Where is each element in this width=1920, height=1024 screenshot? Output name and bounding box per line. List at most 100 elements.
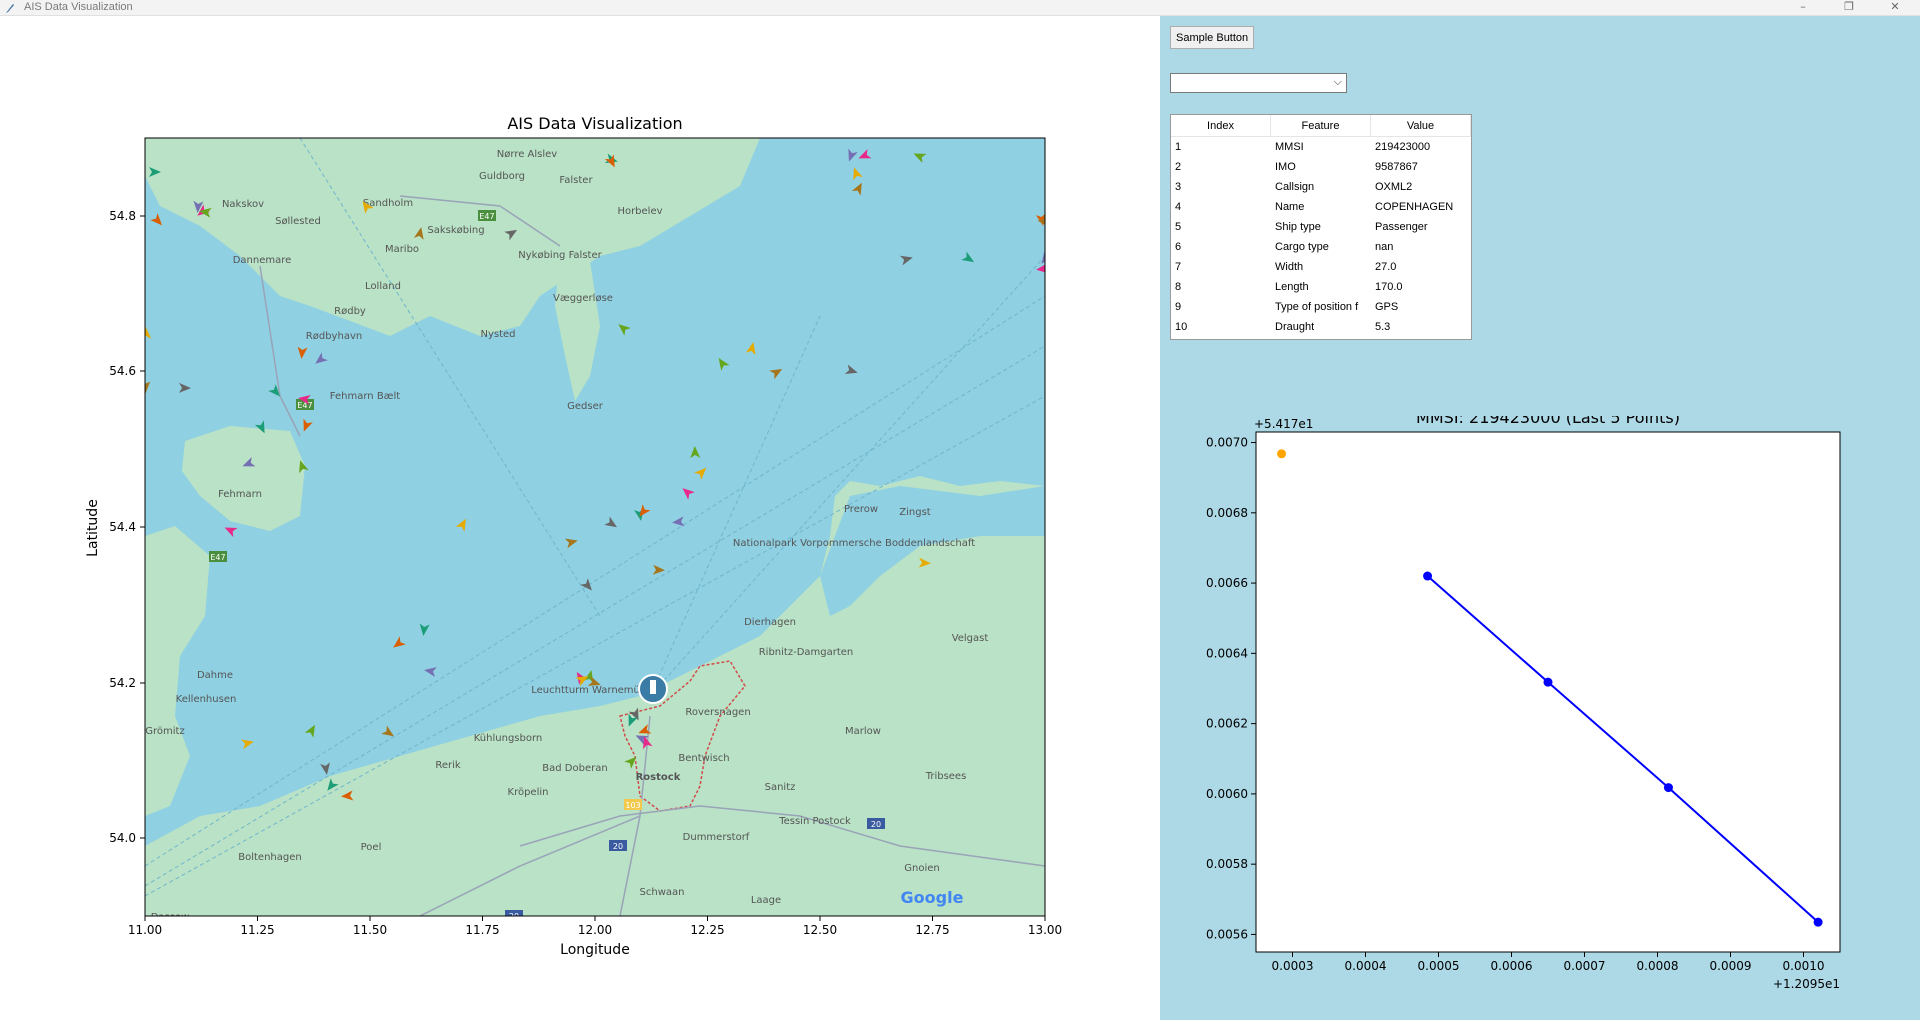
place-label: Kellenhusen bbox=[176, 694, 237, 705]
map-xtick-label: 11.75 bbox=[465, 923, 499, 937]
track-point bbox=[1813, 917, 1823, 927]
place-label: Maribo bbox=[385, 244, 419, 255]
place-label: Roversnagen bbox=[685, 707, 750, 718]
track-chart-svg: MMSI: 219423000 (Last 5 Points) +5.417e1… bbox=[1206, 416, 1841, 991]
x-offset-label: +1.2095e1 bbox=[1773, 977, 1840, 991]
map-xtick-label: 11.25 bbox=[240, 923, 274, 937]
road-badge: E47 bbox=[478, 210, 496, 221]
place-label: Zingst bbox=[899, 507, 931, 518]
table-body: 1 MMSI 219423000 2 IMO 9587867 3 Callsign OXML2 4… bbox=[1171, 137, 1471, 337]
map-ytick-label: 54.8 bbox=[109, 209, 136, 223]
road-badge: 20 bbox=[867, 818, 885, 829]
chevron-down-icon[interactable]: ⌵ bbox=[1334, 75, 1342, 89]
track-xtick-label: 0.0005 bbox=[1418, 959, 1460, 973]
map-xtick-label: 12.00 bbox=[578, 923, 612, 937]
track-ytick-label: 0.0060 bbox=[1206, 787, 1248, 801]
table-row[interactable]: 8 Length 170.0 bbox=[1171, 277, 1471, 297]
place-label: Dargun bbox=[969, 916, 1006, 927]
cell-index: 3 bbox=[1175, 181, 1182, 193]
place-label: Gedser bbox=[567, 401, 604, 412]
cell-value: OXML2 bbox=[1375, 181, 1413, 193]
cell-value: 219423000 bbox=[1375, 141, 1431, 153]
track-xtick-label: 0.0003 bbox=[1272, 959, 1314, 973]
track-ytick-label: 0.0062 bbox=[1206, 717, 1248, 731]
cell-index: 2 bbox=[1175, 161, 1182, 173]
table-row[interactable]: 5 Ship type Passenger bbox=[1171, 217, 1471, 237]
track-ytick-label: 0.0068 bbox=[1206, 506, 1248, 520]
place-label: Falster bbox=[559, 175, 593, 186]
map-xtick-label: 12.75 bbox=[915, 923, 949, 937]
place-label: Dierhagen bbox=[744, 617, 796, 628]
ship-info-table: Index Feature Value 1 MMSI 219423000 2 IMO 95… bbox=[1170, 114, 1472, 340]
cell-feature: Width bbox=[1275, 261, 1304, 273]
place-label: Poel bbox=[361, 842, 382, 853]
table-row[interactable]: 7 Width 27.0 bbox=[1171, 257, 1471, 277]
map-ytick-label: 54.2 bbox=[109, 676, 136, 690]
place-label: Gnoien bbox=[904, 863, 939, 874]
cell-feature: Cargo type bbox=[1275, 241, 1329, 253]
place-label: Bad Doberan bbox=[542, 763, 607, 774]
svg-text:20: 20 bbox=[613, 842, 623, 851]
track-xtick-label: 0.0007 bbox=[1564, 959, 1606, 973]
feature-combobox[interactable]: ⌵ bbox=[1170, 73, 1347, 93]
cell-index: 8 bbox=[1175, 281, 1182, 293]
place-label: Rostock bbox=[636, 772, 681, 783]
cell-value: 5.3 bbox=[1375, 321, 1391, 333]
map-xtick-label: 12.50 bbox=[803, 923, 837, 937]
cell-value: nan bbox=[1375, 241, 1394, 253]
place-label: Kühlungsborn bbox=[474, 733, 543, 744]
table-row[interactable]: 10 Draught 5.3 bbox=[1171, 317, 1471, 337]
place-label: Guldborg bbox=[479, 171, 525, 182]
minimize-button[interactable]: – bbox=[1780, 0, 1826, 16]
cell-feature: MMSI bbox=[1275, 141, 1304, 153]
maximize-button[interactable]: ❐ bbox=[1826, 0, 1872, 16]
column-header-feature[interactable]: Feature bbox=[1271, 115, 1371, 136]
track-xtick-label: 0.0008 bbox=[1637, 959, 1679, 973]
track-point bbox=[1423, 571, 1433, 581]
track-xtick-label: 0.0009 bbox=[1710, 959, 1752, 973]
column-header-value[interactable]: Value bbox=[1371, 115, 1471, 136]
road-badge: 20 bbox=[609, 840, 627, 851]
svg-text:E47: E47 bbox=[479, 212, 494, 221]
map-xtick-label: 11.50 bbox=[353, 923, 387, 937]
place-label: Nationalpark Vorpommersche Boddenlandsch… bbox=[733, 538, 975, 549]
road-badge: E47 bbox=[209, 551, 227, 562]
place-label: Google bbox=[901, 888, 964, 907]
place-label: Ribnitz-Damgarten bbox=[759, 647, 854, 658]
map-xtick-label: 12.25 bbox=[690, 923, 724, 937]
track-ytick-label: 0.0058 bbox=[1206, 857, 1248, 871]
place-label: Bentwisch bbox=[678, 753, 729, 764]
place-label: Fehmarn bbox=[218, 489, 262, 500]
table-header: Index Feature Value bbox=[1171, 115, 1471, 137]
track-ytick-label: 0.0056 bbox=[1206, 927, 1248, 941]
track-x-ticks: 0.0003 0.0004 0.0005 0.0006 0.0007 0.0008 0.00… bbox=[1272, 952, 1825, 973]
sample-button[interactable]: Sample Button bbox=[1170, 26, 1255, 49]
lighthouse-pin-icon bbox=[638, 674, 668, 704]
place-label: Lolland bbox=[365, 281, 401, 292]
table-row[interactable]: 1 MMSI 219423000 bbox=[1171, 137, 1471, 157]
close-button[interactable]: ✕ bbox=[1872, 0, 1918, 16]
cell-index: 5 bbox=[1175, 221, 1182, 233]
place-label: Rerik bbox=[435, 760, 461, 771]
place-label: Fehmarn Bælt bbox=[330, 391, 400, 402]
place-label: Laage bbox=[751, 895, 781, 906]
table-row[interactable]: 3 Callsign OXML2 bbox=[1171, 177, 1471, 197]
place-label: Dahme bbox=[197, 670, 233, 681]
svg-text:103: 103 bbox=[625, 801, 640, 810]
table-row[interactable]: 6 Cargo type nan bbox=[1171, 237, 1471, 257]
table-row[interactable]: 4 Name COPENHAGEN bbox=[1171, 197, 1471, 217]
place-label: Rødby bbox=[334, 306, 366, 317]
table-row[interactable]: 2 IMO 9587867 bbox=[1171, 157, 1471, 177]
window-titlebar: AIS Data Visualization – ❐ ✕ bbox=[0, 0, 1920, 16]
feather-icon bbox=[6, 4, 14, 13]
column-header-index[interactable]: Index bbox=[1171, 115, 1271, 136]
place-label: Tribsees bbox=[925, 771, 967, 782]
cell-index: 9 bbox=[1175, 301, 1182, 313]
cell-index: 6 bbox=[1175, 241, 1182, 253]
track-ytick-label: 0.0070 bbox=[1206, 436, 1248, 450]
cell-index: 1 bbox=[1175, 141, 1182, 153]
table-row[interactable]: 9 Type of position f GPS bbox=[1171, 297, 1471, 317]
cell-feature: Draught bbox=[1275, 321, 1315, 333]
cell-value: 170.0 bbox=[1375, 281, 1403, 293]
right-panel: Sample Button ⌵ Index Feature Value 1 MMS… bbox=[1160, 16, 1920, 1020]
